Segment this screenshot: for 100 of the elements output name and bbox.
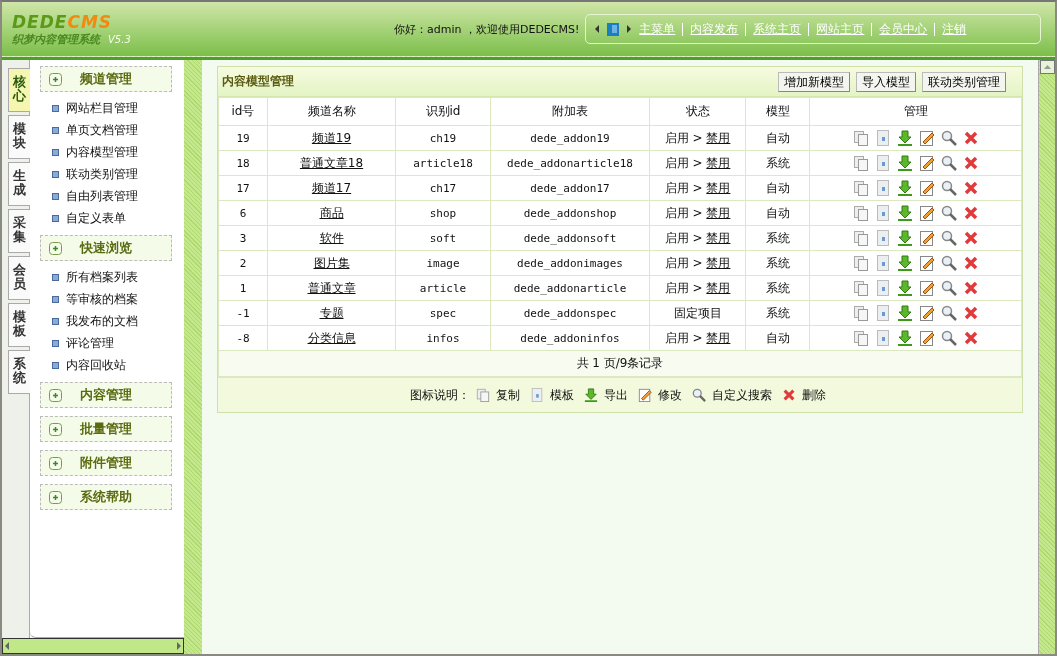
right-arrow-icon[interactable] [626,24,633,34]
document-icon[interactable] [874,280,891,296]
menu-section-header[interactable]: 系统帮助 [40,484,172,510]
search-icon[interactable] [940,255,957,271]
toolbar-button[interactable]: 增加新模型 [778,71,850,92]
copy-icon[interactable] [852,130,869,146]
pencil-icon[interactable] [918,155,935,171]
channel-link[interactable]: 图片集 [313,255,350,270]
download-arrow-icon[interactable] [896,330,913,346]
delete-icon[interactable] [962,230,979,246]
right-arrow-icon[interactable] [175,641,183,651]
pencil-icon[interactable] [918,180,935,196]
menu-section-header[interactable]: 内容管理 [40,382,172,408]
document-icon[interactable] [874,205,891,221]
side-tab[interactable]: 核心 [8,68,30,112]
delete-icon[interactable] [962,280,979,296]
search-icon[interactable] [940,205,957,221]
channel-link[interactable]: 普通文章18 [299,155,364,170]
side-tab[interactable]: 会员 [8,256,30,300]
menu-item[interactable]: 联动类别管理 [66,165,138,183]
download-arrow-icon[interactable] [896,205,913,221]
pencil-icon[interactable] [918,330,935,346]
copy-icon[interactable] [852,305,869,321]
download-arrow-icon[interactable] [896,155,913,171]
delete-icon[interactable] [962,205,979,221]
menu-item[interactable]: 内容模型管理 [66,143,138,161]
document-icon[interactable] [874,330,891,346]
pencil-icon[interactable] [918,205,935,221]
copy-icon[interactable] [852,155,869,171]
disable-link[interactable]: 禁用 [706,230,731,245]
left-arrow-icon[interactable] [3,641,11,651]
download-arrow-icon[interactable] [896,180,913,196]
document-icon[interactable] [874,255,891,271]
menu-section-header[interactable]: 频道管理 [40,66,172,92]
side-tab[interactable]: 系统 [8,350,30,394]
copy-icon[interactable] [852,255,869,271]
menu-item[interactable]: 网站栏目管理 [66,99,138,117]
menu-section-header[interactable]: 附件管理 [40,450,172,476]
copy-icon[interactable] [852,205,869,221]
search-icon[interactable] [940,130,957,146]
menu-item[interactable]: 单页文档管理 [66,121,138,139]
side-tab[interactable]: 生成 [8,162,30,206]
document-icon[interactable] [874,230,891,246]
horizontal-scrollbar[interactable] [2,638,184,654]
menu-section-header[interactable]: 批量管理 [40,416,172,442]
channel-link[interactable]: 分类信息 [307,330,356,345]
pencil-icon[interactable] [918,280,935,296]
download-arrow-icon[interactable] [896,230,913,246]
search-icon[interactable] [940,280,957,296]
delete-icon[interactable] [962,180,979,196]
channel-link[interactable]: 普通文章 [307,280,356,295]
channel-link[interactable]: 软件 [319,230,344,245]
disable-link[interactable]: 禁用 [706,255,731,270]
delete-icon[interactable] [962,130,979,146]
channel-link[interactable]: 专题 [319,305,344,320]
menu-item[interactable]: 所有档案列表 [66,268,138,286]
delete-icon[interactable] [962,305,979,321]
toolbar-button[interactable]: 导入模型 [856,71,916,92]
side-tab[interactable]: 采集 [8,209,30,253]
side-tab[interactable]: 模板 [8,303,30,347]
disable-link[interactable]: 禁用 [706,155,731,170]
channel-link[interactable]: 商品 [319,205,344,220]
download-arrow-icon[interactable] [896,305,913,321]
left-arrow-icon[interactable] [594,24,601,34]
delete-icon[interactable] [962,155,979,171]
search-icon[interactable] [940,330,957,346]
disable-link[interactable]: 禁用 [706,330,731,345]
disable-link[interactable]: 禁用 [706,130,731,145]
download-arrow-icon[interactable] [896,255,913,271]
channel-link[interactable]: 频道19 [311,130,352,145]
menu-section-header[interactable]: 快速浏览 [40,235,172,261]
book-icon[interactable] [607,22,620,36]
document-icon[interactable] [874,130,891,146]
document-icon[interactable] [874,155,891,171]
menu-item[interactable]: 内容回收站 [66,356,126,374]
pencil-icon[interactable] [918,305,935,321]
toolbar-button[interactable]: 联动类别管理 [922,71,1006,92]
document-icon[interactable] [874,305,891,321]
copy-icon[interactable] [852,330,869,346]
search-icon[interactable] [940,230,957,246]
side-tab[interactable]: 模块 [8,115,30,159]
channel-link[interactable]: 频道17 [311,180,352,195]
pencil-icon[interactable] [918,130,935,146]
pencil-icon[interactable] [918,230,935,246]
disable-link[interactable]: 禁用 [706,280,731,295]
disable-link[interactable]: 禁用 [706,205,731,220]
vertical-scrollbar[interactable] [1038,60,1055,654]
pencil-icon[interactable] [918,255,935,271]
copy-icon[interactable] [852,280,869,296]
download-arrow-icon[interactable] [896,130,913,146]
delete-icon[interactable] [962,330,979,346]
disable-link[interactable]: 禁用 [706,180,731,195]
document-icon[interactable] [874,180,891,196]
menu-item[interactable]: 等审核的档案 [66,290,138,308]
copy-icon[interactable] [852,180,869,196]
search-icon[interactable] [940,305,957,321]
menu-item[interactable]: 我发布的文档 [66,312,138,330]
copy-icon[interactable] [852,230,869,246]
delete-icon[interactable] [962,255,979,271]
menu-item[interactable]: 自定义表单 [66,209,126,227]
